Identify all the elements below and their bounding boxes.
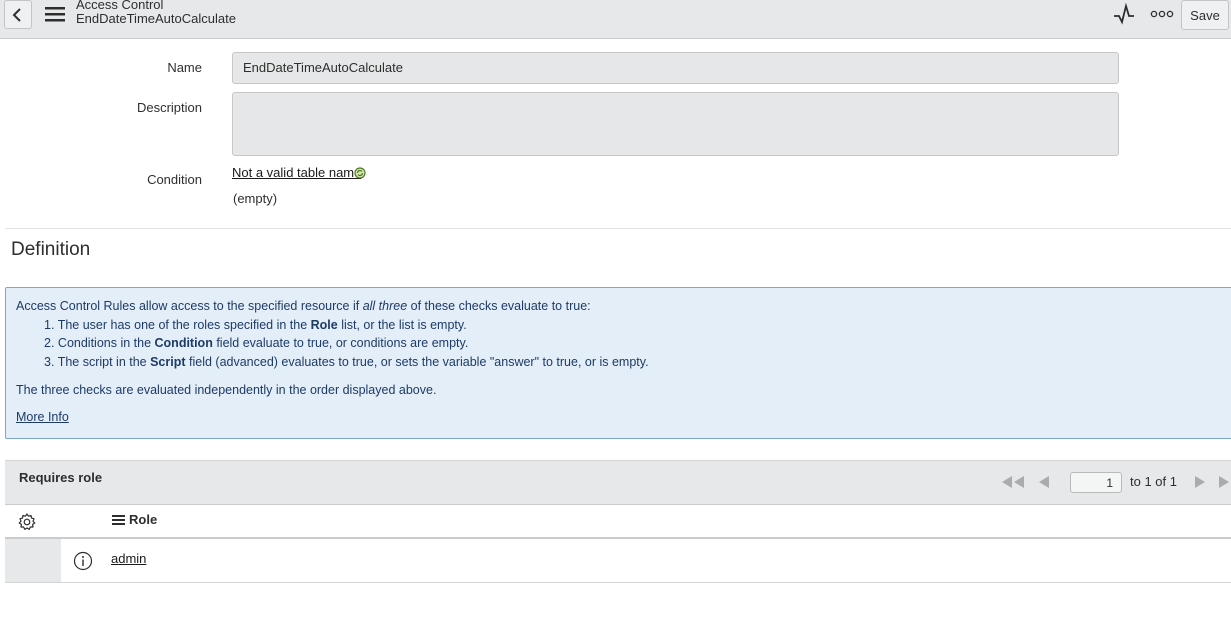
first-page-icon[interactable] (1000, 475, 1026, 489)
info-item-2: 2. Conditions in the Condition field eva… (44, 336, 469, 350)
condition-empty-text: (empty) (233, 191, 278, 206)
next-page-icon[interactable] (1193, 475, 1207, 489)
last-page-icon[interactable] (1217, 475, 1231, 489)
back-button[interactable] (4, 0, 32, 29)
column-menu-icon[interactable] (112, 514, 126, 526)
back-icon (12, 7, 21, 22)
condition-table-link[interactable]: Not a valid table name (232, 165, 361, 180)
page-number-input[interactable] (1070, 472, 1122, 493)
more-icon[interactable] (1150, 9, 1174, 19)
role-column-header[interactable]: Role (129, 512, 157, 527)
gear-icon[interactable] (17, 512, 37, 532)
section-divider (5, 228, 1231, 229)
activity-icon[interactable] (1113, 3, 1137, 25)
page-count-text: to 1 of 1 (1130, 474, 1177, 489)
hamburger-menu-icon[interactable] (43, 4, 67, 24)
definition-info-box: Access Control Rules allow access to the… (5, 287, 1231, 439)
save-button[interactable]: Save (1181, 0, 1229, 30)
info-item-1: 1. The user has one of the roles specifi… (44, 318, 467, 332)
description-field[interactable] (232, 92, 1119, 156)
row-select-cell[interactable] (5, 539, 61, 582)
info-note: The three checks are evaluated independe… (16, 383, 437, 397)
list-column-header: Role (5, 505, 1231, 539)
description-label: Description (136, 100, 202, 115)
header-title-block: Access Control EndDateTimeAutoCalculate (76, 0, 236, 26)
role-link[interactable]: admin (111, 551, 146, 566)
definition-heading: Definition (11, 239, 91, 260)
condition-label: Condition (147, 172, 202, 187)
table-row: admin (5, 539, 1231, 583)
name-field[interactable]: EndDateTimeAutoCalculate (232, 52, 1119, 84)
prev-page-icon[interactable] (1037, 475, 1051, 489)
info-icon[interactable] (73, 551, 93, 571)
info-item-3: 3. The script in the Script field (advan… (44, 355, 649, 369)
condition-refresh-icon[interactable] (353, 166, 367, 180)
more-info-link[interactable]: More Info (16, 410, 69, 424)
form-header: Access Control EndDateTimeAutoCalculate … (0, 0, 1231, 39)
related-list-title: Requires role (19, 470, 103, 485)
record-name: EndDateTimeAutoCalculate (76, 11, 236, 26)
info-intro: Access Control Rules allow access to the… (16, 299, 591, 313)
name-label: Name (167, 60, 202, 75)
